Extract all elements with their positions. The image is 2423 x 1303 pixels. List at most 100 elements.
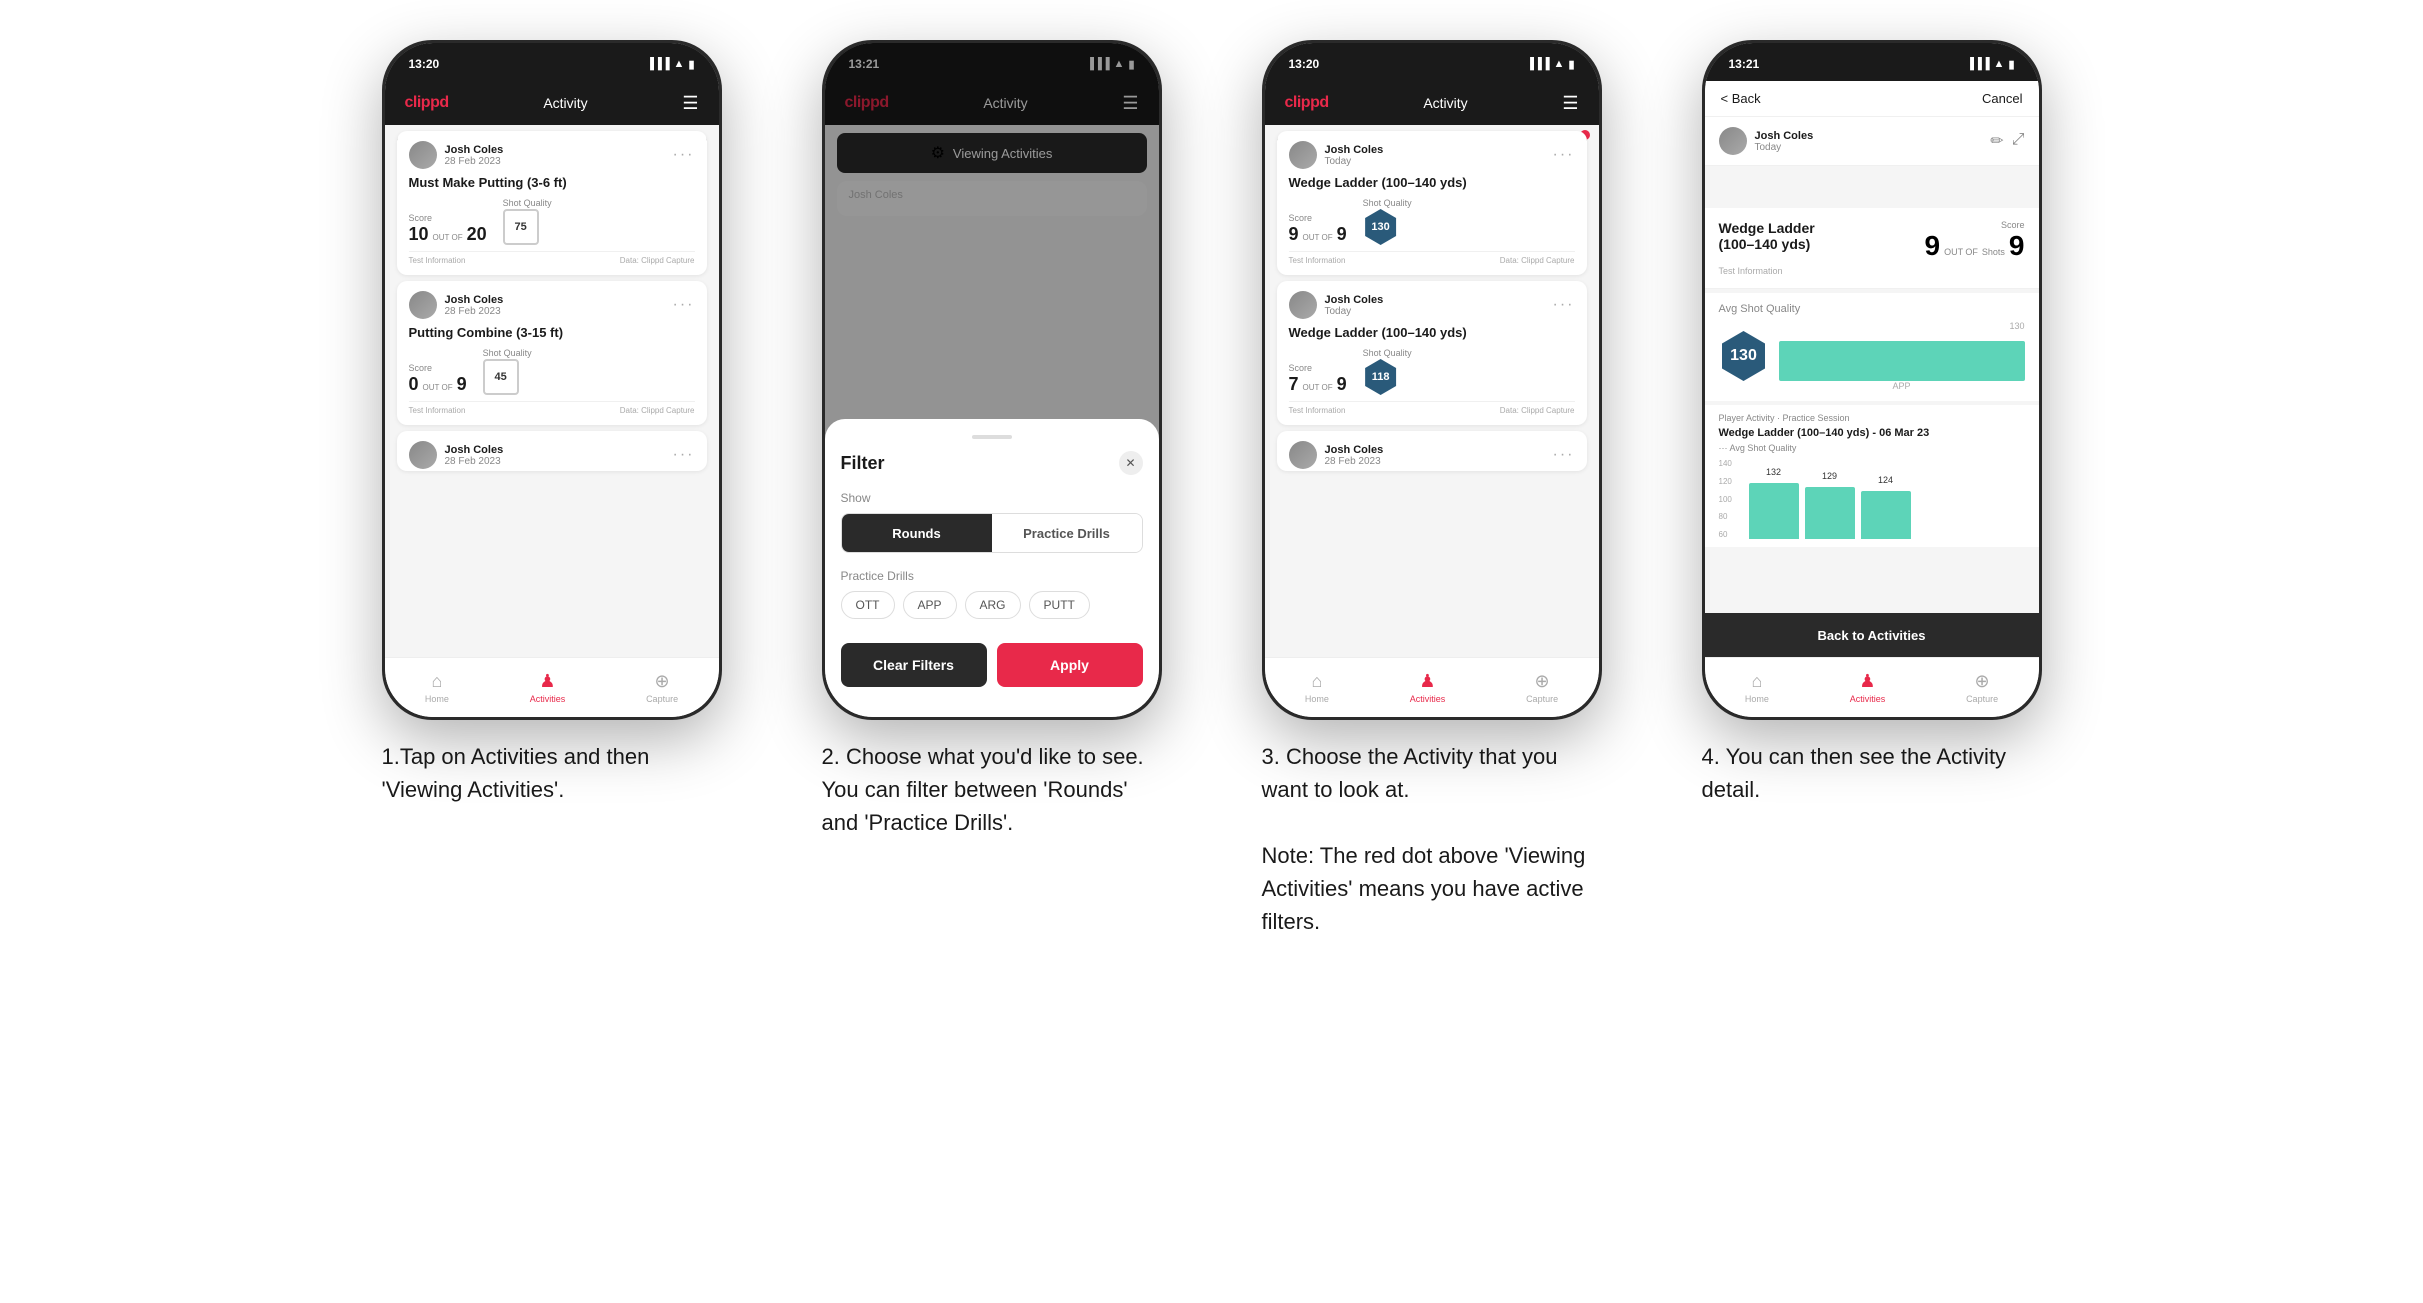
status-bar-1: 13:20 ▐▐▐ ▲ ▮ bbox=[385, 43, 719, 81]
dots-1-3[interactable]: ··· bbox=[673, 446, 695, 464]
menu-icon-3[interactable]: ☰ bbox=[1562, 93, 1578, 114]
drill-title2-4: Wedge Ladder (100–140 yds) - 06 Mar 23 bbox=[1719, 427, 2025, 439]
nav-home-3[interactable]: ⌂ Home bbox=[1305, 671, 1329, 704]
menu-icon-1[interactable]: ☰ bbox=[682, 93, 698, 114]
nav-capture-1[interactable]: ⊕ Capture bbox=[646, 671, 678, 704]
axis-label-4: APP bbox=[1779, 381, 2025, 391]
card-header-1-2: Josh Coles 28 Feb 2023 ··· bbox=[409, 291, 695, 319]
nav-home-1[interactable]: ⌂ Home bbox=[425, 671, 449, 704]
rounds-toggle[interactable]: Rounds bbox=[842, 514, 992, 552]
signal-icon-3: ▐▐▐ bbox=[1526, 58, 1549, 70]
activity-card-3-1[interactable]: Josh Coles Today ··· Wedge Ladder (100–1… bbox=[1277, 131, 1587, 275]
user-info-3-1: Josh Coles Today bbox=[1289, 141, 1384, 169]
activity-card-3-2[interactable]: Josh Coles Today ··· Wedge Ladder (100–1… bbox=[1277, 281, 1587, 425]
filter-close-button[interactable]: ✕ bbox=[1119, 451, 1143, 475]
avatar-3-3 bbox=[1289, 441, 1317, 469]
chip-putt[interactable]: PUTT bbox=[1029, 591, 1090, 619]
show-label: Show bbox=[841, 491, 1143, 505]
shots-4: 9 bbox=[2009, 230, 2025, 262]
avatar-1-1 bbox=[409, 141, 437, 169]
capture-icon-1: ⊕ bbox=[655, 671, 670, 692]
activity-card-3-3[interactable]: Josh Coles 28 Feb 2023 ··· bbox=[1277, 431, 1587, 471]
score-row-4: 9 OUT OF Shots 9 bbox=[1924, 230, 2024, 262]
chip-arg[interactable]: ARG bbox=[965, 591, 1021, 619]
practice-session-4: Player Activity · Practice Session Wedge… bbox=[1705, 405, 2039, 547]
avatar-3-2 bbox=[1289, 291, 1317, 319]
practice-drills-toggle[interactable]: Practice Drills bbox=[992, 514, 1142, 552]
capture-icon-3: ⊕ bbox=[1535, 671, 1550, 692]
sq-block-1-1: Shot Quality 75 bbox=[503, 198, 552, 245]
status-time-4: 13:21 bbox=[1729, 57, 1760, 71]
caption-1: 1.Tap on Activities and then 'Viewing Ac… bbox=[382, 740, 722, 806]
outof-label-4: OUT OF bbox=[1944, 247, 1978, 257]
user-details-1-2: Josh Coles 28 Feb 2023 bbox=[445, 294, 504, 317]
edit-icon-4[interactable]: ✏ bbox=[1990, 131, 2003, 151]
score-block-1-1: Score 10 OUT OF 20 bbox=[409, 213, 487, 245]
phone-1-column: 13:20 ▐▐▐ ▲ ▮ clippd Activity ☰ ⚙ View bbox=[362, 40, 742, 806]
shots-value-1-1: 20 bbox=[467, 224, 487, 245]
home-icon-4: ⌂ bbox=[1751, 671, 1762, 692]
phone-2-screen: 13:21 ▐▐▐ ▲ ▮ clippd Activity ☰ ⚙ Viewin… bbox=[825, 43, 1159, 717]
clear-filters-button[interactable]: Clear Filters bbox=[841, 643, 987, 687]
activity-card-1-2[interactable]: Josh Coles 28 Feb 2023 ··· Putting Combi… bbox=[397, 281, 707, 425]
user-info-3-2: Josh Coles Today bbox=[1289, 291, 1384, 319]
sq-chart-row-4: 130 130 APP bbox=[1719, 321, 2025, 391]
cancel-button-4[interactable]: Cancel bbox=[1982, 91, 2022, 106]
dots-3-2[interactable]: ··· bbox=[1553, 296, 1575, 314]
avatar-4 bbox=[1719, 127, 1747, 155]
user-details-3-2: Josh Coles Today bbox=[1325, 294, 1384, 317]
apply-button[interactable]: Apply bbox=[997, 643, 1143, 687]
activities-icon-1: ♟ bbox=[539, 671, 555, 692]
drill-title-4: Wedge Ladder(100–140 yds) bbox=[1719, 220, 1815, 252]
dots-3-3[interactable]: ··· bbox=[1553, 446, 1575, 464]
back-button-4[interactable]: < Back bbox=[1721, 91, 1761, 106]
sq-block-3-2: Shot Quality 118 bbox=[1363, 348, 1412, 395]
dots-3-1[interactable]: ··· bbox=[1553, 146, 1575, 164]
wifi-icon-4: ▲ bbox=[1994, 58, 2005, 70]
phone-3-screen: 13:20 ▐▐▐ ▲ ▮ clippd Activity ☰ ⚙ Viewin… bbox=[1265, 43, 1599, 717]
score-label-4: Score bbox=[1924, 220, 2024, 230]
status-icons-3: ▐▐▐ ▲ ▮ bbox=[1526, 58, 1574, 71]
caption-2: 2. Choose what you'd like to see. You ca… bbox=[822, 740, 1162, 839]
nav-capture-3[interactable]: ⊕ Capture bbox=[1526, 671, 1558, 704]
nav-capture-4[interactable]: ⊕ Capture bbox=[1966, 671, 1998, 704]
sq-bar-chart: 130 bbox=[1779, 321, 2025, 381]
screen-content-3: Josh Coles Today ··· Wedge Ladder (100–1… bbox=[1265, 125, 1599, 657]
dots-1-1[interactable]: ··· bbox=[673, 146, 695, 164]
chip-app[interactable]: APP bbox=[903, 591, 957, 619]
nav-activities-3[interactable]: ♟ Activities bbox=[1410, 671, 1446, 704]
avatar-1-2 bbox=[409, 291, 437, 319]
phone-1-frame: 13:20 ▐▐▐ ▲ ▮ clippd Activity ☰ ⚙ View bbox=[382, 40, 722, 720]
score-big-4: 9 bbox=[1924, 230, 1940, 262]
dots-1-2[interactable]: ··· bbox=[673, 296, 695, 314]
activity-card-1-1[interactable]: Josh Coles 28 Feb 2023 ··· Must Make Put… bbox=[397, 131, 707, 275]
back-to-activities-4[interactable]: Back to Activities bbox=[1705, 613, 2039, 657]
bottom-nav-1: ⌂ Home ♟ Activities ⊕ Capture bbox=[385, 657, 719, 717]
user-details-3-1: Josh Coles Today bbox=[1325, 144, 1384, 167]
filter-chips-row: OTT APP ARG PUTT bbox=[841, 591, 1143, 619]
sq-bar bbox=[1779, 341, 2025, 381]
battery-icon-1: ▮ bbox=[688, 58, 694, 71]
card-header-3-2: Josh Coles Today ··· bbox=[1289, 291, 1575, 319]
user-info-1-3: Josh Coles 28 Feb 2023 bbox=[409, 441, 504, 469]
battery-icon-3: ▮ bbox=[1568, 58, 1574, 71]
score-info-4: Score 9 OUT OF Shots 9 bbox=[1924, 220, 2024, 262]
user-details-3-3: Josh Coles 28 Feb 2023 bbox=[1325, 444, 1384, 467]
outof-1-1: OUT OF bbox=[433, 233, 463, 242]
drill-title-block: Wedge Ladder(100–140 yds) bbox=[1719, 220, 1815, 258]
chip-ott[interactable]: OTT bbox=[841, 591, 895, 619]
sq-badge-1-1: 75 bbox=[503, 209, 539, 245]
footer2-1-1: Data: Clippd Capture bbox=[620, 256, 695, 265]
activity-title-3-2: Wedge Ladder (100–140 yds) bbox=[1289, 325, 1575, 340]
nav-activities-4[interactable]: ♟ Activities bbox=[1850, 671, 1886, 704]
sq-badge-1-2: 45 bbox=[483, 359, 519, 395]
wifi-icon-1: ▲ bbox=[674, 58, 685, 70]
nav-home-4[interactable]: ⌂ Home bbox=[1745, 671, 1769, 704]
home-icon-3: ⌂ bbox=[1311, 671, 1322, 692]
wifi-icon-3: ▲ bbox=[1554, 58, 1565, 70]
activities-icon-4: ♟ bbox=[1859, 671, 1875, 692]
nav-activities-1[interactable]: ♟ Activities bbox=[530, 671, 566, 704]
detail-content-4: Wedge Ladder(100–140 yds) Score 9 OUT OF… bbox=[1705, 208, 2039, 657]
expand-icon-4[interactable]: ⤢ bbox=[2012, 131, 2025, 151]
activity-card-1-3[interactable]: Josh Coles 28 Feb 2023 ··· bbox=[397, 431, 707, 471]
